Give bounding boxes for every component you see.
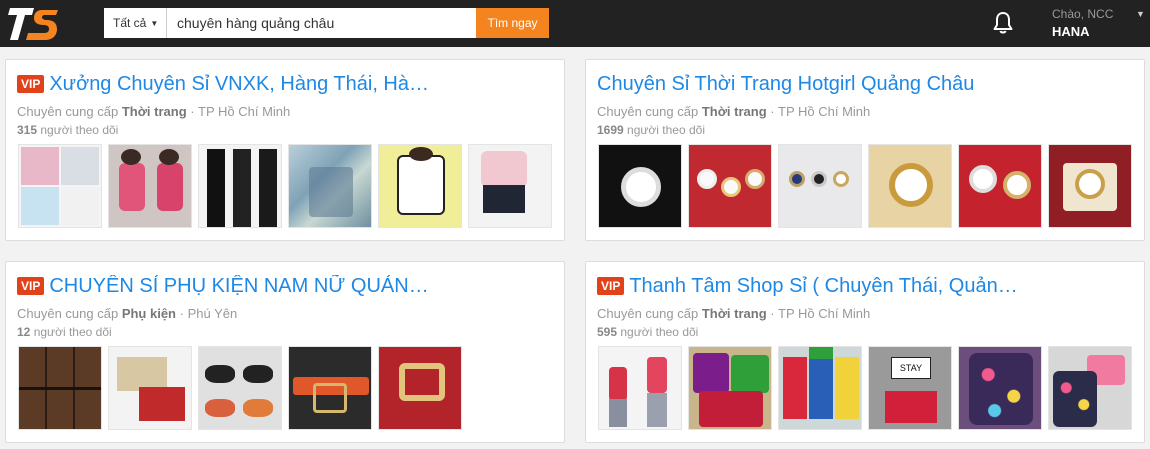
shop-card[interactable]: Chuyên Sỉ Thời Trang Hotgirl Quảng Châu … [585, 59, 1145, 241]
shop-supply-info: Chuyên cung cấp Phụ kiện · Phú Yên [17, 306, 237, 321]
search-category-label: Tất cả [113, 16, 147, 30]
product-thumbnail[interactable] [778, 144, 862, 228]
followers-label: người theo dõi [620, 325, 699, 339]
supply-prefix: Chuyên cung cấp [17, 306, 119, 321]
followers-label: người theo dõi [40, 123, 119, 137]
product-thumbnail[interactable] [958, 144, 1042, 228]
chevron-down-icon: ▼ [150, 18, 159, 28]
shop-card[interactable]: VIP Thanh Tâm Shop Sỉ ( Chuyên Thái, Quả… [585, 261, 1145, 443]
product-thumbnail[interactable] [198, 346, 282, 430]
product-thumbnail[interactable] [378, 144, 462, 228]
stay-print: STAY [891, 357, 931, 379]
shop-category: Thời trang [121, 104, 187, 119]
notification-bell-icon[interactable] [991, 11, 1015, 35]
product-thumbnail[interactable] [958, 346, 1042, 430]
shop-followers: 315 người theo dõi [17, 123, 118, 137]
supply-prefix: Chuyên cung cấp [17, 104, 119, 119]
product-thumbnails [18, 144, 552, 228]
followers-count: 315 [17, 123, 38, 137]
product-thumbnails: STAY [598, 346, 1132, 430]
shop-title-row: VIP Xưởng Chuyên Sỉ VNXK, Hàng Thái, Hàn… [17, 71, 552, 97]
shop-title-link[interactable]: Thanh Tâm Shop Sỉ ( Chuyên Thái, Quảng … [629, 275, 1019, 298]
product-thumbnail[interactable] [108, 144, 192, 228]
product-thumbnails [18, 346, 462, 430]
product-thumbnail[interactable] [18, 144, 102, 228]
product-thumbnail[interactable] [468, 144, 552, 228]
followers-count: 1699 [597, 123, 624, 137]
product-thumbnail[interactable] [868, 144, 952, 228]
shop-card[interactable]: VIP CHUYÊN SỈ PHỤ KIỆN NAM NỮ QUẢNG … Ch… [5, 261, 565, 443]
product-thumbnails [598, 144, 1132, 228]
shop-location: · Phú Yên [179, 306, 238, 321]
product-thumbnail[interactable] [598, 346, 682, 430]
product-thumbnail[interactable] [288, 346, 372, 430]
product-thumbnail[interactable] [1048, 144, 1132, 228]
shop-card[interactable]: VIP Xưởng Chuyên Sỉ VNXK, Hàng Thái, Hàn… [5, 59, 565, 241]
user-menu[interactable]: Chào, NCC HANA ▼ [1052, 7, 1145, 39]
product-thumbnail[interactable] [688, 144, 772, 228]
search-bar: Tất cả ▼ Tìm ngay [104, 8, 549, 38]
shop-location: · TP Hồ Chí Minh [770, 306, 871, 321]
search-input[interactable] [167, 8, 476, 38]
top-navbar: Tất cả ▼ Tìm ngay Chào, NCC HANA ▼ [0, 0, 1150, 47]
product-thumbnail[interactable] [688, 346, 772, 430]
shop-location: · TP Hồ Chí Minh [190, 104, 291, 119]
followers-label: người theo dõi [627, 123, 705, 137]
shop-followers: 1699 người theo dõi [597, 123, 705, 137]
shop-location: · TP Hồ Chí Minh [770, 104, 871, 119]
search-category-select[interactable]: Tất cả ▼ [104, 8, 167, 38]
supply-prefix: Chuyên cung cấp [597, 306, 699, 321]
product-thumbnail[interactable] [1048, 346, 1132, 430]
shop-supply-info: Chuyên cung cấp Thời trang · TP Hồ Chí M… [17, 104, 290, 119]
vip-badge: VIP [17, 277, 45, 295]
shop-title-row: Chuyên Sỉ Thời Trang Hotgirl Quảng Châu [597, 71, 1132, 97]
product-thumbnail[interactable] [778, 346, 862, 430]
shop-supply-info: Chuyên cung cấp Thời trang · TP Hồ Chí M… [597, 104, 870, 119]
vip-badge: VIP [17, 75, 45, 93]
supply-prefix: Chuyên cung cấp [597, 104, 699, 119]
chevron-down-icon: ▼ [1136, 9, 1145, 19]
shop-category: Thời trang [701, 306, 767, 321]
vip-badge: VIP [597, 277, 625, 295]
shop-title-link[interactable]: Chuyên Sỉ Thời Trang Hotgirl Quảng Châu [597, 73, 974, 96]
followers-count: 12 [17, 325, 31, 339]
product-thumbnail[interactable]: STAY [868, 346, 952, 430]
user-name: HANA [1052, 24, 1090, 39]
product-thumbnail[interactable] [378, 346, 462, 430]
product-thumbnail[interactable] [108, 346, 192, 430]
shop-supply-info: Chuyên cung cấp Thời trang · TP Hồ Chí M… [597, 306, 870, 321]
site-logo[interactable] [6, 6, 62, 42]
shop-title-row: VIP CHUYÊN SỈ PHỤ KIỆN NAM NỮ QUẢNG … [17, 273, 552, 299]
product-thumbnail[interactable] [18, 346, 102, 430]
followers-label: người theo dõi [33, 325, 112, 339]
product-thumbnail[interactable] [198, 144, 282, 228]
product-thumbnail[interactable] [288, 144, 372, 228]
shop-followers: 12 người theo dõi [17, 325, 112, 339]
search-button[interactable]: Tìm ngay [476, 8, 549, 38]
product-thumbnail[interactable] [598, 144, 682, 228]
shop-title-link[interactable]: CHUYÊN SỈ PHỤ KIỆN NAM NỮ QUẢNG … [49, 275, 439, 298]
user-greeting: Chào, NCC [1052, 7, 1114, 21]
shop-category: Phụ kiện [121, 306, 176, 321]
shop-title-row: VIP Thanh Tâm Shop Sỉ ( Chuyên Thái, Quả… [597, 273, 1132, 299]
shop-category: Thời trang [701, 104, 767, 119]
followers-count: 595 [597, 325, 618, 339]
shop-followers: 595 người theo dõi [597, 325, 698, 339]
shop-title-link[interactable]: Xưởng Chuyên Sỉ VNXK, Hàng Thái, Hàng… [49, 73, 439, 96]
